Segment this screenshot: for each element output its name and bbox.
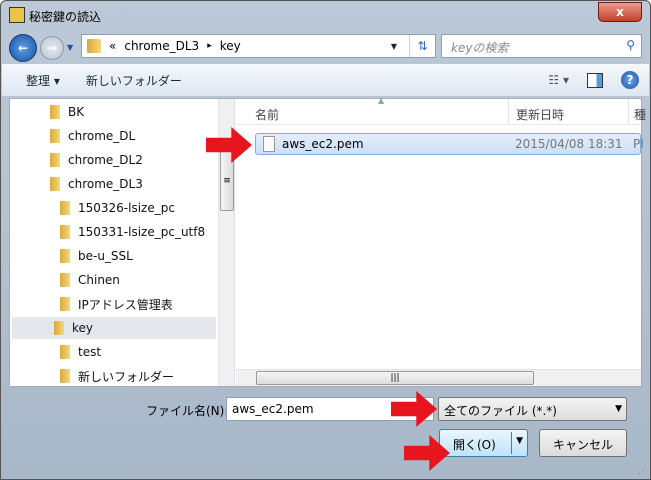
folder-icon	[60, 225, 70, 239]
tree-item[interactable]: BK	[50, 101, 84, 123]
breadcrumb-chrome-dl3[interactable]: chrome_DL3	[124, 39, 199, 53]
folder-icon	[60, 345, 70, 359]
folder-icon	[87, 39, 101, 53]
window-title: 秘密鍵の読込	[29, 10, 102, 24]
file-type: PI	[633, 137, 644, 151]
folder-icon	[50, 105, 60, 119]
breadcrumb-overflow[interactable]: «	[109, 39, 116, 53]
preview-pane-icon[interactable]	[587, 72, 603, 88]
tree-item-label: chrome_DL3	[68, 177, 143, 191]
breadcrumb-separator-icon[interactable]: ▸	[207, 41, 212, 51]
help-icon[interactable]: ?	[621, 71, 639, 89]
tree-item-label: IPアドレス管理表	[78, 297, 173, 312]
folder-icon	[60, 201, 70, 215]
column-type[interactable]: 種	[634, 106, 646, 123]
open-label: 開く(O)	[453, 438, 496, 452]
folder-icon	[60, 369, 70, 383]
forward-button[interactable]: →	[40, 36, 64, 60]
tree-item[interactable]: be-u_SSL	[60, 245, 133, 267]
tree-item-label: BK	[68, 105, 85, 119]
folder-icon	[60, 273, 70, 287]
history-dropdown-icon[interactable]: ▼	[67, 43, 73, 52]
tree-item-label: be-u_SSL	[78, 249, 133, 263]
tree-item[interactable]: IPアドレス管理表	[60, 293, 173, 315]
filetype-value: 全てのファイル (*.*)	[444, 404, 557, 418]
tree-item[interactable]: chrome_DL2	[50, 149, 143, 171]
new-folder-button[interactable]: 新しいフォルダー	[73, 72, 195, 89]
open-button[interactable]: 開く(O) ▼	[439, 429, 528, 457]
tree-item[interactable]: chrome_DL	[50, 125, 135, 147]
folder-tree: BK chrome_DL chrome_DL2 chrome_DL3 15032…	[10, 99, 235, 386]
sort-ascending-icon: ▲	[378, 96, 385, 105]
file-icon	[263, 136, 275, 152]
file-name: aws_ec2.pem	[282, 137, 364, 151]
tree-item-label: chrome_DL	[68, 129, 136, 143]
open-key-dialog: 秘密鍵の読込 x ← → ▼ « chrome_DL3 ▸ key ▼ ⇅ ke…	[0, 0, 651, 480]
title-bar: 秘密鍵の読込 x	[1, 1, 650, 31]
browser-body: BK chrome_DL chrome_DL2 chrome_DL3 15032…	[9, 96, 646, 387]
tree-item-label: key	[72, 321, 94, 335]
address-bar[interactable]: « chrome_DL3 ▸ key ▼ ⇅	[81, 34, 436, 58]
tree-item[interactable]: 150326-lsize_pc	[60, 197, 175, 219]
search-placeholder: keyの検索	[451, 41, 509, 55]
breadcrumb-key[interactable]: key	[220, 39, 241, 53]
folder-icon	[60, 297, 70, 311]
list-scrollbar[interactable]: |||	[236, 369, 641, 386]
folder-icon	[50, 129, 60, 143]
open-dropdown-icon[interactable]: ▼	[516, 436, 523, 446]
address-dropdown-icon[interactable]: ▼	[391, 42, 397, 51]
close-button[interactable]: x	[598, 2, 642, 22]
file-row[interactable]: aws_ec2.pem 2015/04/08 18:31 PI	[255, 133, 644, 155]
search-input[interactable]: keyの検索 ⚲	[441, 34, 642, 58]
scroll-thumb[interactable]: |||	[256, 371, 534, 385]
file-modified: 2015/04/08 18:31	[515, 137, 623, 151]
organize-button[interactable]: 整理 ▾	[2, 72, 73, 89]
tree-item-label: 150331-lsize_pc_utf8	[78, 225, 206, 239]
filename-label: ファイル名(N):	[146, 404, 229, 418]
tree-item-label: chrome_DL2	[68, 153, 143, 167]
folder-icon	[50, 177, 60, 191]
cancel-button[interactable]: キャンセル	[539, 429, 627, 457]
app-icon	[9, 7, 25, 23]
tree-item[interactable]: test	[60, 341, 101, 363]
tree-item-label: Chinen	[78, 273, 120, 287]
folder-icon	[50, 153, 60, 167]
column-headers: 名前 ▲ 更新日時 種	[236, 96, 646, 125]
back-button[interactable]: ←	[9, 34, 37, 62]
tree-item-selected[interactable]: key	[12, 317, 216, 339]
search-icon[interactable]: ⚲	[626, 38, 635, 52]
chevron-down-icon: ▼	[615, 404, 622, 414]
tree-item-label: 150326-lsize_pc	[78, 201, 175, 215]
tree-item[interactable]: 新しいフォルダー	[60, 365, 174, 386]
resize-grip[interactable]: ⋰	[638, 466, 647, 476]
folder-icon	[60, 249, 70, 263]
tree-item[interactable]: 150331-lsize_pc_utf8	[60, 221, 205, 243]
view-options-icon[interactable]: ☷ ▾	[548, 73, 569, 87]
filetype-select[interactable]: 全てのファイル (*.*) ▼	[438, 397, 627, 421]
tree-item[interactable]: chrome_DL3	[50, 173, 143, 195]
column-name[interactable]: 名前	[255, 106, 279, 123]
column-modified[interactable]: 更新日時	[516, 106, 564, 123]
folder-icon	[54, 321, 64, 335]
tree-item-label: 新しいフォルダー	[78, 369, 175, 384]
toolbar: 整理 ▾ 新しいフォルダー ☷ ▾ ?	[2, 64, 649, 97]
file-list: 名前 ▲ 更新日時 種 aws_ec2.pem 2015/04/08 18:31…	[236, 96, 646, 386]
refresh-button[interactable]: ⇅	[409, 35, 435, 57]
tree-item[interactable]: Chinen	[60, 269, 120, 291]
tree-item-label: test	[78, 345, 102, 359]
